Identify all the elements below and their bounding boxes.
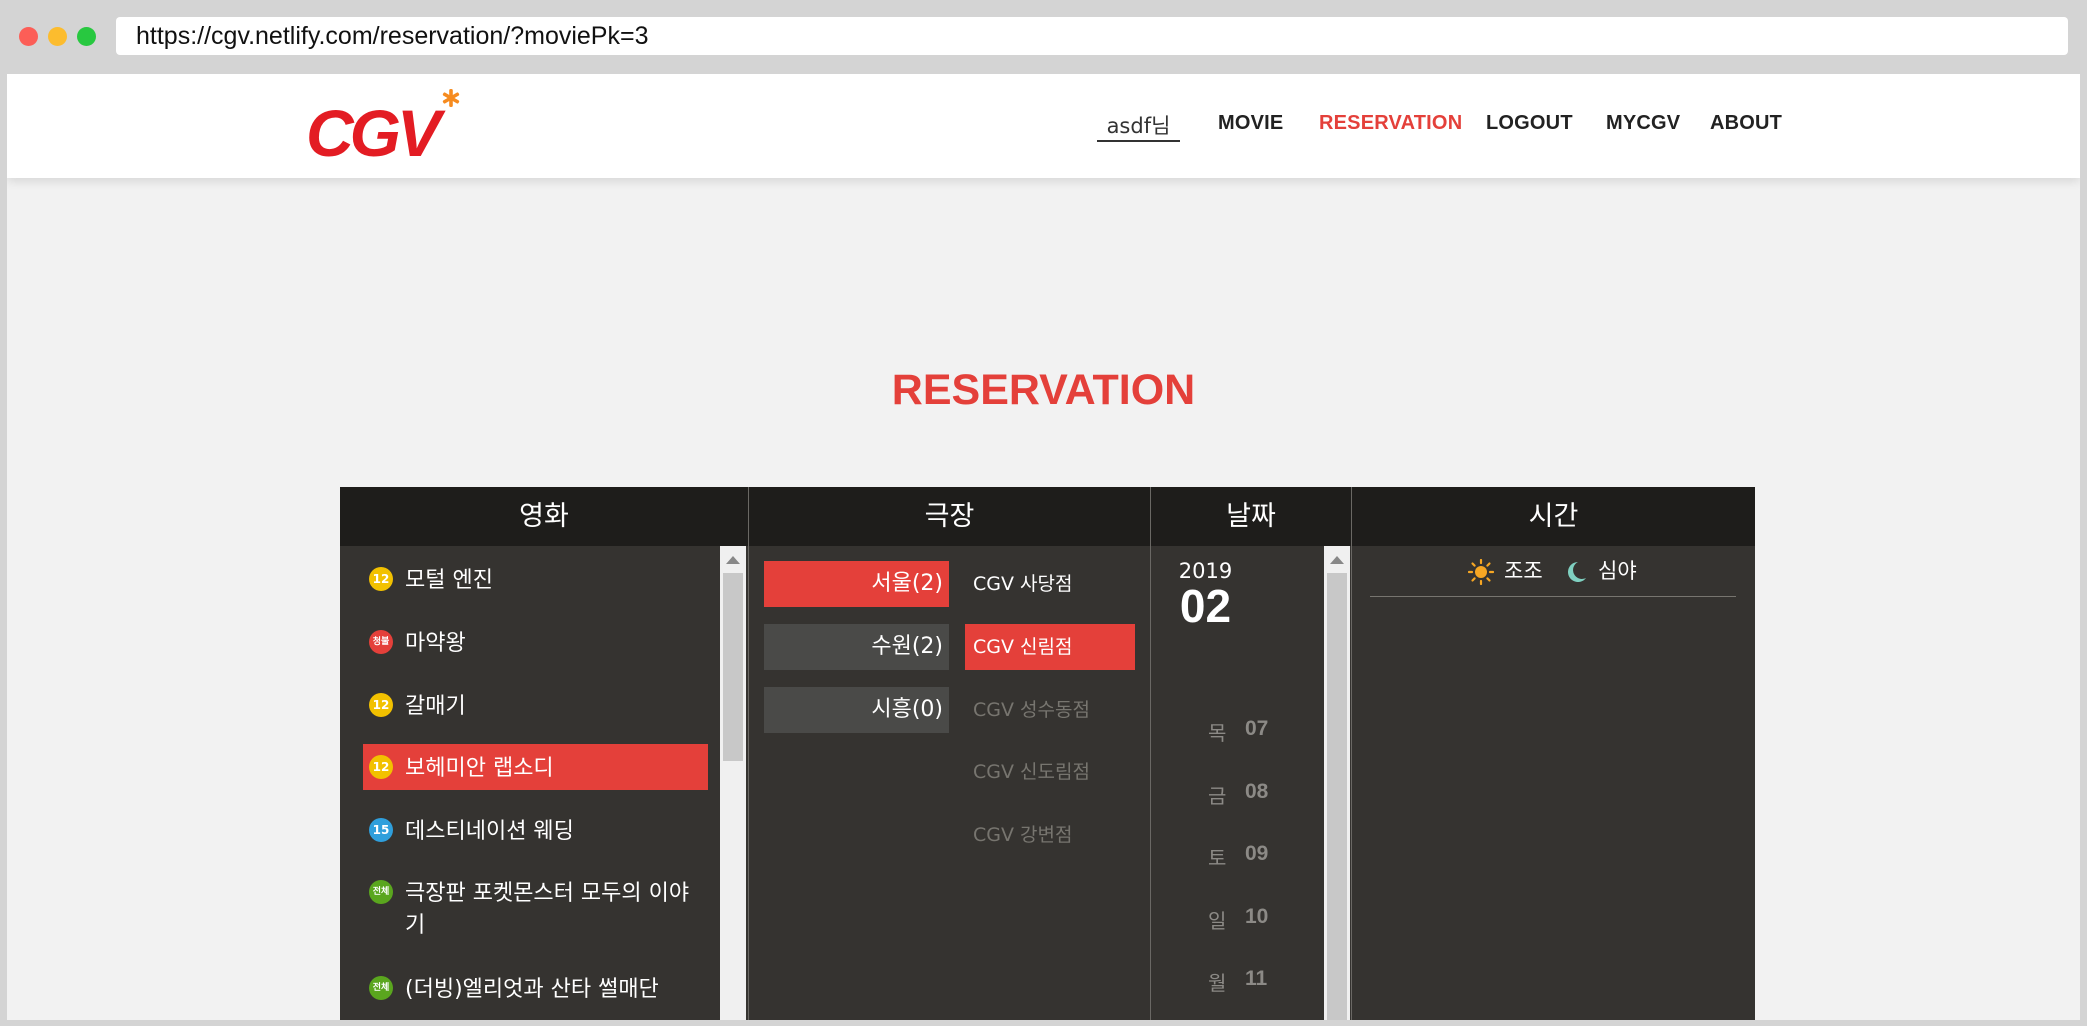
movie-item[interactable]: 12 갈매기	[363, 682, 708, 728]
date-day: 09	[1245, 842, 1269, 865]
rating-badge: 15	[369, 818, 393, 842]
column-divider	[748, 487, 749, 1020]
nav-movie[interactable]: MOVIE	[1218, 112, 1283, 135]
rating-badge: 12	[369, 755, 393, 779]
branch-sindorim: CGV 신도림점	[973, 761, 1090, 783]
movie-column-header: 영화	[340, 487, 748, 546]
cgv-logo[interactable]: CGV	[304, 88, 464, 162]
nav-mycgv[interactable]: MYCGV	[1606, 112, 1680, 135]
branch-gangbyeon: CGV 강변점	[973, 824, 1073, 846]
minimize-window-button[interactable]	[48, 27, 67, 46]
page-viewport: CGV asdf님 MOVIE RESERVATION LOGOUT MYCGV…	[7, 74, 2080, 1020]
movie-item[interactable]: 전체 (더빙)엘리엇과 산타 썰매단	[363, 965, 708, 1011]
region-seoul[interactable]: 서울(2)	[764, 561, 949, 607]
region-siheung[interactable]: 시흥(0)	[764, 687, 949, 733]
movie-item[interactable]: 전체 극장판 포켓몬스터 모두의 이야기	[363, 869, 708, 939]
scroll-up-icon[interactable]	[726, 556, 740, 564]
date-day: 07	[1245, 717, 1269, 740]
movie-title: 데스티네이션 웨딩	[405, 819, 574, 844]
user-greeting[interactable]: asdf님	[1097, 110, 1180, 142]
site-header: CGV asdf님 MOVIE RESERVATION LOGOUT MYCGV…	[7, 74, 2080, 178]
rating-badge: 12	[369, 693, 393, 717]
date-weekday: 월	[1208, 971, 1227, 995]
movie-item-selected[interactable]: 12 보헤미안 랩소디	[363, 744, 708, 790]
date-item[interactable]: 목 07	[1208, 717, 1308, 747]
date-weekday: 토	[1208, 846, 1227, 870]
time-legend: 조조 심야	[1370, 555, 1736, 597]
nav-about[interactable]: ABOUT	[1710, 112, 1782, 135]
date-weekday: 금	[1208, 784, 1227, 808]
scroll-thumb[interactable]	[1327, 573, 1347, 1020]
column-divider	[1351, 487, 1352, 1020]
night-label: 심야	[1598, 559, 1637, 583]
date-day: 08	[1245, 780, 1269, 803]
moon-icon	[1568, 562, 1586, 582]
nav-logout[interactable]: LOGOUT	[1486, 112, 1573, 135]
rating-badge: 청불	[369, 630, 393, 654]
date-weekday: 일	[1208, 909, 1227, 933]
browser-chrome: https://cgv.netlify.com/reservation/?mov…	[0, 0, 2087, 74]
rating-badge: 전체	[369, 880, 393, 904]
movie-item[interactable]: 12 모털 엔진	[363, 556, 708, 602]
nav-reservation[interactable]: RESERVATION	[1319, 112, 1462, 135]
date-day: 10	[1245, 905, 1269, 928]
date-item[interactable]: 월 11	[1208, 967, 1308, 997]
theater-column-header: 극장	[749, 487, 1150, 546]
maximize-window-button[interactable]	[77, 27, 96, 46]
close-window-button[interactable]	[19, 27, 38, 46]
sun-icon	[1468, 559, 1494, 585]
rating-badge: 12	[369, 567, 393, 591]
address-bar[interactable]: https://cgv.netlify.com/reservation/?mov…	[116, 17, 2068, 55]
branch-sadang[interactable]: CGV 사당점	[965, 561, 1135, 607]
date-column-header: 날짜	[1151, 487, 1351, 546]
page-title: RESERVATION	[891, 366, 1196, 414]
date-item[interactable]: 금 08	[1208, 780, 1308, 810]
morning-label: 조조	[1504, 559, 1543, 583]
movie-list-scrollbar[interactable]	[720, 546, 746, 1020]
svg-text:CGV: CGV	[306, 96, 446, 162]
time-column-header: 시간	[1352, 487, 1755, 546]
scroll-up-icon[interactable]	[1330, 556, 1344, 564]
date-item[interactable]: 토 09	[1208, 842, 1308, 872]
movie-title: 극장판 포켓몬스터 모두의 이야기	[405, 881, 690, 938]
movie-title: (더빙)엘리엇과 산타 썰매단	[405, 977, 659, 1002]
movie-title: 모털 엔진	[405, 568, 493, 593]
movie-item[interactable]: 15 데스티네이션 웨딩	[363, 807, 708, 853]
branch-sillim[interactable]: CGV 신림점	[965, 624, 1135, 670]
date-item[interactable]: 일 10	[1208, 905, 1308, 935]
reservation-panel: 영화 극장 날짜 시간 12 모털 엔진 청불 마약왕 12 갈매기 12 보헤…	[340, 487, 1755, 1020]
date-list-scrollbar[interactable]	[1324, 546, 1350, 1020]
date-month: 02	[1179, 580, 1232, 632]
scroll-thumb[interactable]	[723, 573, 743, 761]
movie-title: 갈매기	[405, 694, 466, 719]
date-weekday: 목	[1208, 721, 1227, 745]
region-suwon[interactable]: 수원(2)	[764, 624, 949, 670]
movie-title: 마약왕	[405, 631, 466, 656]
movie-item[interactable]: 청불 마약왕	[363, 619, 708, 665]
branch-seongsu: CGV 성수동점	[973, 699, 1090, 721]
date-day: 11	[1245, 967, 1268, 990]
movie-title: 보헤미안 랩소디	[405, 756, 554, 781]
rating-badge: 전체	[369, 976, 393, 1000]
